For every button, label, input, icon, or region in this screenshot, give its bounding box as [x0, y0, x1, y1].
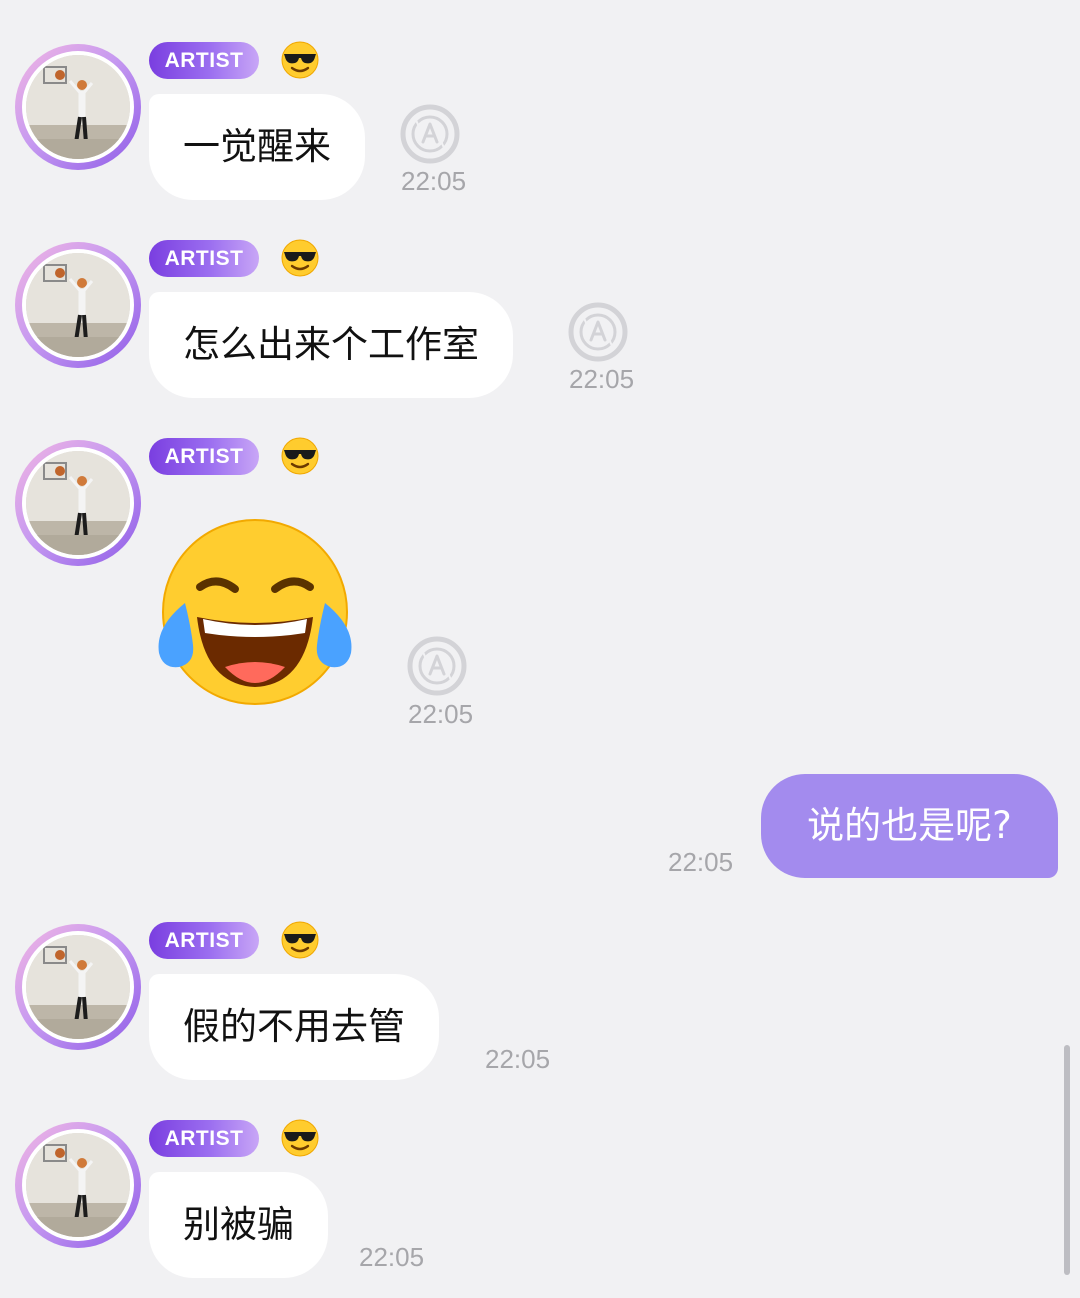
- smiling-face-with-sunglasses-icon: [280, 436, 320, 476]
- message-timestamp: 22:05: [569, 364, 635, 394]
- artist-badge: ARTIST: [149, 1120, 259, 1157]
- face-with-tears-of-joy-icon[interactable]: [155, 517, 355, 707]
- auto-translate-icon[interactable]: [407, 636, 467, 696]
- avatar[interactable]: [15, 440, 141, 566]
- message-timestamp: 22:05: [401, 166, 467, 196]
- smiling-face-with-sunglasses-icon: [280, 40, 320, 80]
- basketball-player-photo: [26, 935, 130, 1039]
- basketball-player-photo: [26, 1133, 130, 1237]
- smiling-face-with-sunglasses-icon: [280, 238, 320, 278]
- chat-thread[interactable]: ARTIST 一觉醒来 22:05 ARTIST 怎么出来个工作室 22:05 …: [0, 0, 1080, 1298]
- avatar[interactable]: [15, 1122, 141, 1248]
- basketball-player-photo: [26, 253, 130, 357]
- message-timestamp: 22:05: [359, 1242, 425, 1272]
- message-bubble[interactable]: 一觉醒来: [149, 94, 365, 200]
- avatar[interactable]: [15, 924, 141, 1050]
- avatar[interactable]: [15, 242, 141, 368]
- message-timestamp: 22:05: [485, 1044, 551, 1074]
- scrollbar[interactable]: [1064, 1045, 1070, 1275]
- artist-badge: ARTIST: [149, 240, 259, 277]
- artist-badge: ARTIST: [149, 922, 259, 959]
- auto-translate-icon[interactable]: [568, 302, 628, 362]
- smiling-face-with-sunglasses-icon: [280, 1118, 320, 1158]
- basketball-player-photo: [26, 55, 130, 159]
- outgoing-message-bubble[interactable]: 说的也是呢?: [761, 774, 1058, 878]
- message-timestamp: 22:05: [668, 847, 734, 877]
- message-bubble[interactable]: 怎么出来个工作室: [149, 292, 513, 398]
- artist-badge: ARTIST: [149, 438, 259, 475]
- auto-translate-icon[interactable]: [400, 104, 460, 164]
- message-bubble[interactable]: 假的不用去管: [149, 974, 439, 1080]
- avatar[interactable]: [15, 44, 141, 170]
- message-bubble[interactable]: 别被骗: [149, 1172, 328, 1278]
- message-timestamp: 22:05: [408, 699, 474, 729]
- basketball-player-photo: [26, 451, 130, 555]
- artist-badge: ARTIST: [149, 42, 259, 79]
- smiling-face-with-sunglasses-icon: [280, 920, 320, 960]
